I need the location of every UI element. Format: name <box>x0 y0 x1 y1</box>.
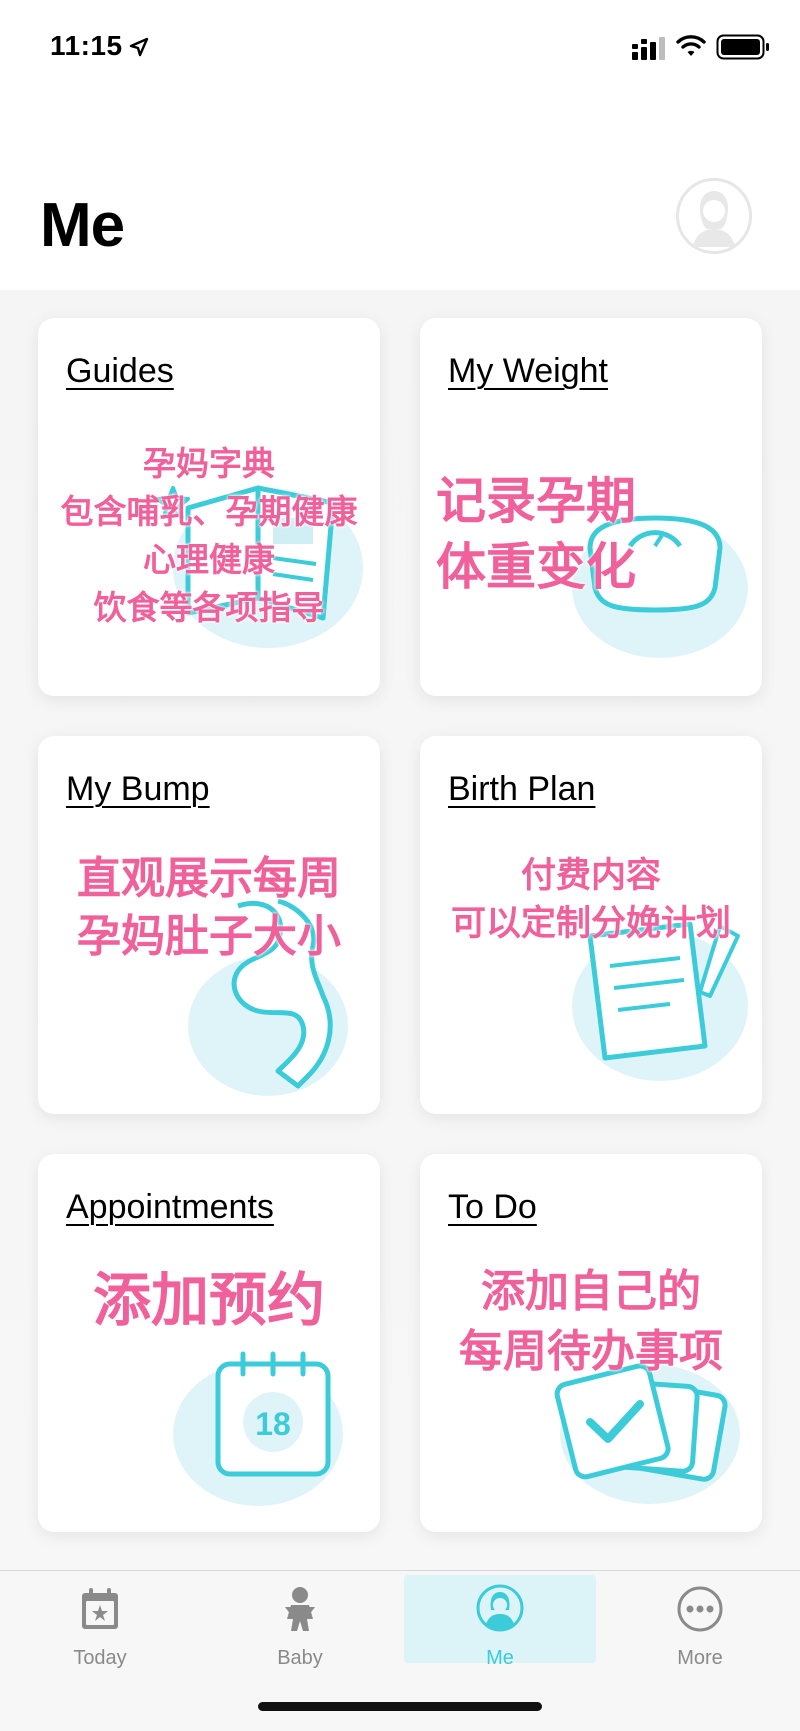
card-title: Guides <box>66 352 174 390</box>
calendar-day: 18 <box>255 1406 291 1442</box>
battery-icon <box>716 34 769 60</box>
profile-avatar-icon <box>693 191 735 247</box>
birth-plan-overlay: 付费内容 可以定制分娩计划 <box>420 852 762 948</box>
my-bump-overlay: 直观展示每周 孕妈肚子大小 <box>38 850 380 966</box>
appointments-card[interactable]: Appointments 18 添加预约 <box>38 1154 380 1532</box>
tab-label: Baby <box>277 1647 323 1669</box>
page-title: Me <box>40 191 125 260</box>
feature-grid: Guides 孕妈字典 包含哺乳、孕期健康 心理健康 饮食等各项指导 My We… <box>0 290 800 1570</box>
card-title: To Do <box>448 1188 537 1226</box>
cellular-signal-icon <box>632 37 665 60</box>
overlay-line: 孕妈字典 <box>143 445 275 482</box>
to-do-overlay: 添加自己的 每周待办事项 <box>420 1262 762 1382</box>
card-title: Appointments <box>66 1188 274 1226</box>
birth-plan-card[interactable]: Birth Plan 付费内容 可以定制分娩计划 <box>420 736 762 1114</box>
guides-overlay: 孕妈字典 包含哺乳、孕期健康 心理健康 饮食等各项指导 <box>38 440 380 632</box>
tab-label: Today <box>73 1647 127 1669</box>
baby-icon <box>285 1587 315 1631</box>
to-do-card[interactable]: To Do 添加自己的 每周待办事项 <box>420 1154 762 1532</box>
tab-label: Me <box>486 1647 514 1669</box>
overlay-line: 每周待办事项 <box>459 1327 723 1376</box>
overlay-line: 孕妈肚子大小 <box>77 912 341 961</box>
guides-card[interactable]: Guides 孕妈字典 包含哺乳、孕期健康 心理健康 饮食等各项指导 <box>38 318 380 696</box>
wifi-icon <box>676 35 706 56</box>
card-title: My Bump <box>66 770 210 808</box>
tab-more[interactable]: More <box>600 1571 800 1691</box>
card-title: My Weight <box>448 352 608 390</box>
home-indicator <box>258 1702 542 1711</box>
overlay-line: 记录孕期 <box>436 473 636 529</box>
overlay-line: 添加预约 <box>92 1268 325 1333</box>
my-weight-card[interactable]: My Weight 记录孕期 体重变化 <box>420 318 762 696</box>
tab-baby[interactable]: Baby <box>200 1571 400 1691</box>
more-icon <box>677 1586 723 1632</box>
overlay-line: 体重变化 <box>436 539 636 595</box>
my-bump-card[interactable]: My Bump 直观展示每周 孕妈肚子大小 <box>38 736 380 1114</box>
overlay-line: 可以定制分娩计划 <box>450 904 731 943</box>
profile-avatar-button[interactable] <box>676 178 752 254</box>
tab-today[interactable]: Today <box>0 1571 200 1691</box>
overlay-line: 付费内容 <box>520 856 661 895</box>
appointments-overlay: 添加预约 <box>38 1266 380 1336</box>
overlay-line: 包含哺乳、孕期健康 <box>60 493 358 530</box>
card-title: Birth Plan <box>448 770 596 808</box>
calendar-star-icon <box>82 1588 118 1629</box>
status-bar: 11:15 <box>0 0 800 96</box>
tab-label: More <box>677 1647 723 1669</box>
overlay-line: 直观展示每周 <box>77 854 341 903</box>
profile-icon <box>476 1584 524 1632</box>
status-time: 11:15 <box>50 30 123 61</box>
overlay-line: 添加自己的 <box>481 1267 701 1316</box>
overlay-line: 心理健康 <box>143 541 275 578</box>
overlay-line: 饮食等各项指导 <box>93 589 325 626</box>
location-arrow-icon <box>129 37 149 57</box>
my-weight-overlay: 记录孕期 体重变化 <box>420 468 762 600</box>
tab-me[interactable]: Me <box>400 1571 600 1691</box>
